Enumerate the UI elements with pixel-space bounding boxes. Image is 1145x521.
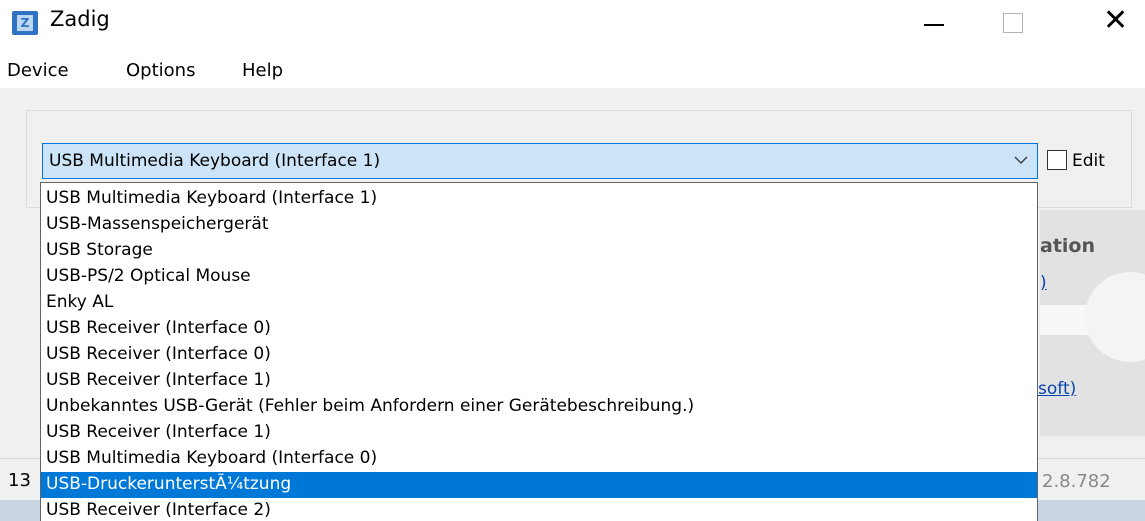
- list-item[interactable]: Unbekanntes USB-Gerät (Fehler beim Anfor…: [41, 394, 1037, 420]
- list-item[interactable]: Enky AL: [41, 290, 1037, 316]
- menu-help[interactable]: Help: [242, 60, 283, 81]
- list-item[interactable]: USB Receiver (Interface 0): [41, 316, 1037, 342]
- list-item[interactable]: USB-PS/2 Optical Mouse: [41, 264, 1037, 290]
- device-combobox-value: USB Multimedia Keyboard (Interface 1): [49, 151, 381, 171]
- list-item[interactable]: USB-Massenspeichergerät: [41, 212, 1037, 238]
- app-icon-letter: Z: [17, 15, 33, 31]
- minimize-button[interactable]: [900, 0, 960, 46]
- chevron-down-icon: [1014, 156, 1028, 165]
- list-item[interactable]: USB Multimedia Keyboard (Interface 1): [41, 186, 1037, 212]
- maximize-icon: [1003, 13, 1023, 33]
- zadig-app-icon: Z: [12, 11, 38, 35]
- device-combobox[interactable]: USB Multimedia Keyboard (Interface 1): [42, 143, 1038, 179]
- close-icon: ✕: [1103, 3, 1129, 38]
- list-item[interactable]: USB Storage: [41, 238, 1037, 264]
- device-dropdown-list: USB Multimedia Keyboard (Interface 1) US…: [40, 182, 1038, 521]
- menu-bar: Device Options Help: [0, 52, 1145, 88]
- list-item[interactable]: USB Multimedia Keyboard (Interface 0): [41, 446, 1037, 472]
- microsoft-link[interactable]: soft): [1038, 379, 1076, 399]
- close-button[interactable]: ✕: [1085, 0, 1145, 46]
- list-item[interactable]: USB Receiver (Interface 2): [41, 498, 1037, 521]
- list-item-highlighted[interactable]: USB-DruckerunterstÃ¼tzung: [41, 472, 1037, 498]
- menu-options[interactable]: Options: [126, 60, 195, 81]
- list-item[interactable]: USB Receiver (Interface 1): [41, 420, 1037, 446]
- window-title: Zadig: [50, 7, 110, 31]
- edit-checkbox[interactable]: [1047, 150, 1067, 170]
- menu-device[interactable]: Device: [7, 60, 69, 81]
- driver-link[interactable]: ): [1040, 273, 1047, 293]
- list-item[interactable]: USB Receiver (Interface 1): [41, 368, 1037, 394]
- list-item[interactable]: USB Receiver (Interface 0): [41, 342, 1037, 368]
- title-bar: Z Zadig ✕: [0, 0, 1145, 52]
- maximize-button[interactable]: [980, 0, 1040, 46]
- status-version: 2.8.782: [1042, 471, 1111, 492]
- minimize-icon: [924, 24, 944, 26]
- edit-checkbox-label[interactable]: Edit: [1072, 151, 1105, 171]
- driver-info-heading: ation: [1040, 235, 1095, 257]
- status-device-count: 13: [8, 470, 31, 491]
